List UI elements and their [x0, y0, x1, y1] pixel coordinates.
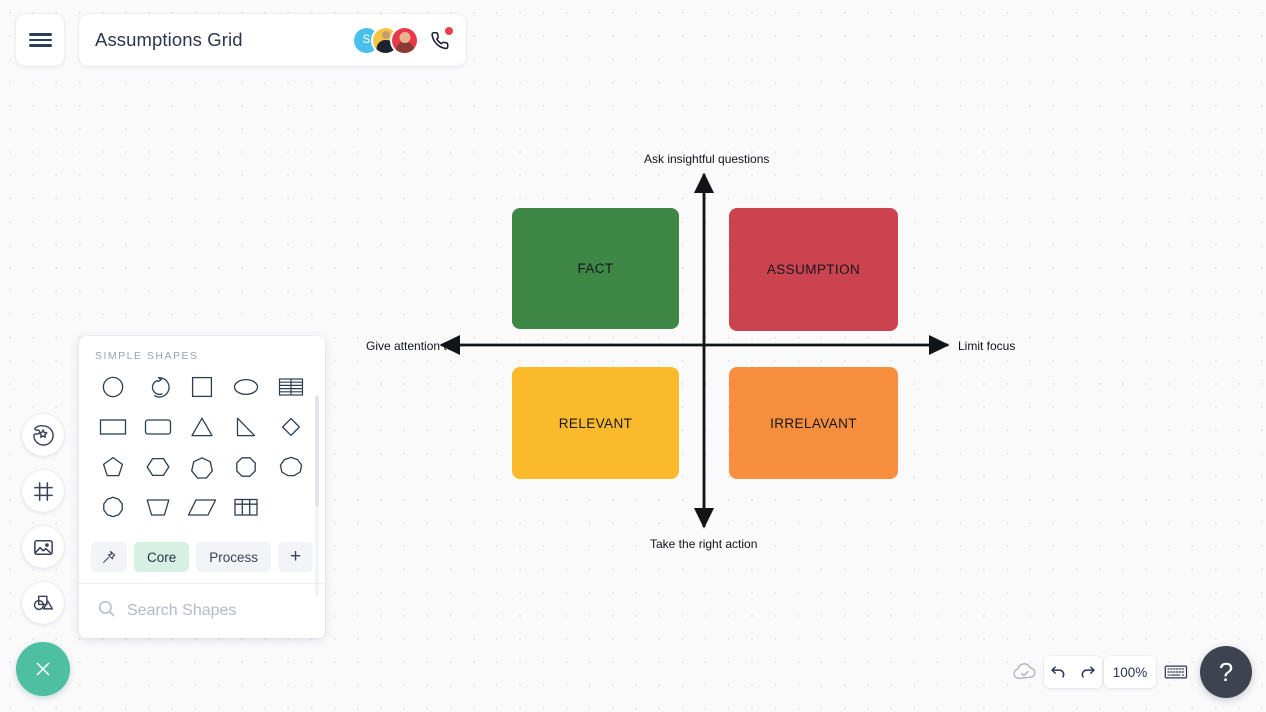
shapes-icon[interactable] [22, 582, 64, 624]
undo-redo-group [1044, 656, 1102, 688]
quadrant-box-fact[interactable]: FACT [512, 208, 679, 329]
tab-process[interactable]: Process [196, 542, 272, 572]
shape-right-triangle-icon[interactable] [224, 410, 268, 444]
shape-rectangle-icon[interactable] [91, 410, 135, 444]
shape-square-icon[interactable] [180, 370, 224, 404]
hamburger-bar [28, 44, 52, 47]
shape-search-row [79, 584, 325, 638]
pin-icon[interactable] [91, 542, 127, 572]
shape-ellipse-icon[interactable] [224, 370, 268, 404]
zoom-level[interactable]: 100% [1104, 656, 1156, 688]
search-input[interactable] [125, 601, 325, 621]
theme-icon[interactable] [22, 414, 64, 456]
shape-hexagon-icon[interactable] [135, 450, 179, 484]
shapes-panel: SIMPLE SHAPES Core Process + Search Shap… [79, 336, 325, 638]
undo-icon[interactable] [1048, 661, 1070, 683]
shape-arc-icon[interactable] [135, 370, 179, 404]
frame-icon[interactable] [22, 470, 64, 512]
shapes-grid [79, 362, 325, 596]
shape-cell-empty [269, 490, 313, 524]
search-icon [97, 599, 116, 623]
tab-core[interactable]: Core [134, 542, 190, 572]
keyboard-icon[interactable] [1162, 660, 1190, 684]
cloud-saved-icon[interactable] [1010, 660, 1040, 684]
document-title-bar: Assumptions Grid S [79, 14, 466, 66]
shape-decagon-icon[interactable] [91, 490, 135, 524]
panel-scrollbar-thumb[interactable] [315, 396, 319, 506]
image-icon[interactable] [22, 526, 64, 568]
shape-octagon-icon[interactable] [224, 450, 268, 484]
shape-trapezoid-icon[interactable] [135, 490, 179, 524]
shapes-section-title: SIMPLE SHAPES [95, 350, 199, 362]
notification-dot [445, 27, 453, 35]
shape-parallelogram-icon[interactable] [180, 490, 224, 524]
shape-library-tabs: Core Process + [79, 540, 325, 574]
shape-heptagon-icon[interactable] [180, 450, 224, 484]
shape-table-rows-icon[interactable] [269, 370, 313, 404]
page-title[interactable]: Assumptions Grid [95, 29, 354, 51]
shape-circle-icon[interactable] [91, 370, 135, 404]
shape-pentagon-icon[interactable] [91, 450, 135, 484]
collaborator-avatars: S [354, 27, 417, 53]
quadrant-box-assumption[interactable]: ASSUMPTION [729, 208, 898, 331]
help-button[interactable]: ? [1200, 646, 1252, 698]
quadrant-box-irrelevant[interactable]: IRRELAVANT [729, 367, 898, 479]
shape-triangle-icon[interactable] [180, 410, 224, 444]
avatar[interactable] [392, 27, 417, 53]
shape-nonagon-icon[interactable] [269, 450, 313, 484]
add-library-button[interactable]: + [278, 542, 314, 572]
close-icon[interactable] [16, 642, 70, 696]
redo-icon[interactable] [1077, 661, 1099, 683]
quadrant-box-relevant[interactable]: RELEVANT [512, 367, 679, 479]
hamburger-bar [28, 38, 52, 42]
shape-grid-table-icon[interactable] [224, 490, 268, 524]
hamburger-menu-icon[interactable] [16, 14, 64, 66]
shape-diamond-icon[interactable] [269, 410, 313, 444]
phone-call-icon[interactable] [426, 27, 453, 53]
shape-rounded-rectangle-icon[interactable] [135, 410, 179, 444]
hamburger-bar [28, 33, 52, 36]
